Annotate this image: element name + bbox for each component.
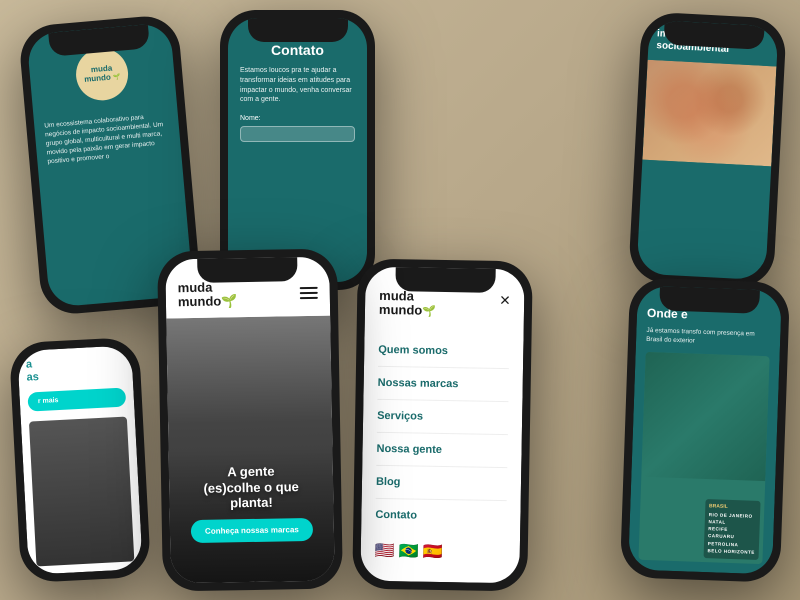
phone-4-teal-text: a as	[26, 354, 125, 385]
phone-5-notch	[197, 257, 297, 283]
scene: muda mundo 🌱 Um ecossistema colaborativo…	[0, 0, 800, 600]
phone-4-face	[29, 417, 134, 567]
phone-6-screen: muda mundo🌱 × Quem somos Nossas marcas S…	[360, 267, 524, 584]
phone-5-content: muda mundo🌱 A gente	[165, 257, 335, 584]
phone-6-notch	[395, 267, 495, 293]
phone-7-city-bh: BELO HORIZONTE	[707, 547, 754, 556]
phone-7-map-bg	[641, 352, 769, 481]
phone-6-header: muda mundo🌱 ×	[379, 289, 510, 320]
phone-6-menu: Quem somos Nossas marcas Serviços Nossa …	[375, 333, 509, 532]
language-flags: 🇺🇸 🇧🇷 🇪🇸	[375, 540, 506, 562]
phone-2-content: Contato Estamos loucos pra te ajudar a t…	[228, 18, 367, 282]
phone-2-screen: Contato Estamos loucos pra te ajudar a t…	[228, 18, 367, 282]
phone-7-brazil-label: BRASIL	[709, 503, 756, 511]
menu-item-blog[interactable]: Blog	[376, 465, 508, 500]
phone-2-nome-input[interactable]	[240, 126, 355, 142]
menu-item-nossas-marcas[interactable]: Nossas marcas	[377, 366, 509, 401]
phone-7-notch	[659, 286, 760, 313]
phone-2-body: Estamos loucos pra te ajudar a transform…	[240, 66, 355, 105]
close-icon[interactable]: ×	[500, 291, 511, 309]
phone-7: Onde e Já estamos transfo com presença e…	[620, 277, 790, 582]
phone-1-logo-circle: muda mundo 🌱	[74, 46, 130, 102]
phone-5-hero-text: A gente (es)colhe o que planta! Conheça …	[169, 463, 334, 544]
phone-2: Contato Estamos loucos pra te ajudar a t…	[220, 10, 375, 290]
phone-6-content: muda mundo🌱 × Quem somos Nossas marcas S…	[360, 267, 524, 584]
phone-5-hero-title: A gente (es)colhe o que planta!	[179, 463, 324, 512]
phone-3-screen: imp socioambiental	[636, 20, 778, 280]
phone-2-nome-label: Nome:	[240, 115, 355, 122]
flag-us[interactable]: 🇺🇸	[375, 540, 395, 560]
menu-item-quem-somos[interactable]: Quem somos	[378, 333, 510, 368]
phone-1-body: Um ecossistema colaborativo para negócio…	[44, 111, 171, 167]
menu-item-contato[interactable]: Contato	[375, 498, 507, 532]
phone-4-screen: a as r mais	[17, 345, 143, 575]
hamburger-menu-icon[interactable]	[300, 287, 318, 299]
phone-4-button[interactable]: r mais	[27, 388, 126, 412]
phone-5: muda mundo🌱 A gente	[157, 248, 343, 591]
phone-2-title: Contato	[240, 42, 355, 58]
phone-3-people	[642, 60, 776, 167]
phone-7-body: Já estamos transfo com presença em Brasi…	[646, 326, 771, 349]
phone-5-hero: A gente (es)colhe o que planta! Conheça …	[166, 315, 335, 583]
phone-3: imp socioambiental	[628, 11, 787, 288]
phone-7-cities: BRASIL RIO DE JANEIRO NATAL RECIFE CARUA…	[703, 499, 760, 560]
phone-4: a as r mais	[9, 337, 151, 583]
phone-7-map: BRASIL RIO DE JANEIRO NATAL RECIFE CARUA…	[638, 352, 769, 564]
phone-1-logo-text: muda mundo 🌱	[83, 64, 121, 85]
menu-item-nossa-gente[interactable]: Nossa gente	[376, 432, 508, 467]
flag-es[interactable]: 🇪🇸	[422, 541, 442, 561]
phone-6: muda mundo🌱 × Quem somos Nossas marcas S…	[352, 258, 533, 591]
phone-3-content: imp socioambiental	[636, 20, 778, 280]
phone-5-cta-button[interactable]: Conheça nossas marcas	[191, 518, 313, 543]
phone-5-screen: muda mundo🌱 A gente	[165, 257, 335, 584]
flag-br[interactable]: 🇧🇷	[399, 541, 419, 561]
phone-5-logo: muda mundo🌱	[178, 280, 238, 310]
phone-4-content: a as r mais	[17, 345, 143, 575]
phone-2-notch	[248, 18, 348, 42]
phone-3-image	[642, 60, 776, 167]
phone-7-content: Onde e Já estamos transfo com presença e…	[628, 286, 782, 575]
phone-7-screen: Onde e Já estamos transfo com presença e…	[628, 286, 782, 575]
phone-5-hero-bg	[166, 315, 335, 583]
menu-item-servicos[interactable]: Serviços	[377, 399, 509, 434]
phone-6-logo: muda mundo🌱	[379, 289, 437, 319]
